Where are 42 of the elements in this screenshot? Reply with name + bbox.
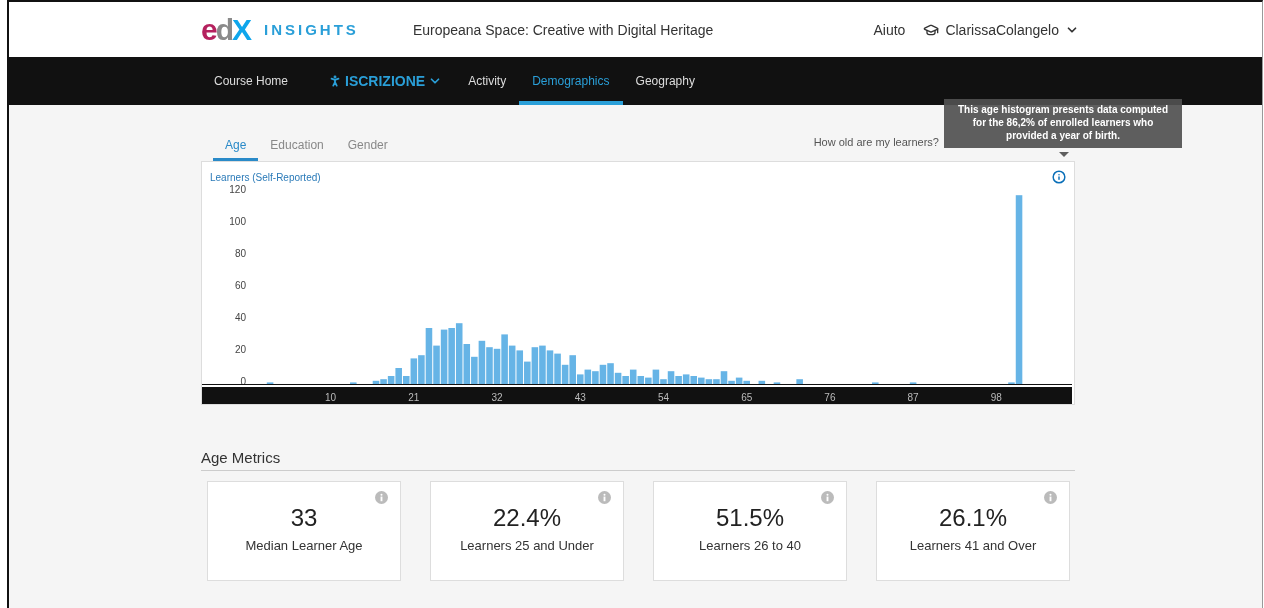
section-heading: Age Metrics: [201, 449, 1075, 471]
axis-tick-label: 87: [907, 392, 919, 403]
y-axis-title: Learners (Self-Reported): [210, 171, 321, 183]
axis-tick-label: 120: [229, 184, 246, 195]
axis-tick-label: 76: [824, 392, 836, 403]
axis-tick-label: 65: [741, 392, 753, 403]
histogram-bar: [758, 380, 766, 384]
axis-tick-label: 20: [234, 344, 246, 355]
metric-label: Learners 25 and Under: [460, 538, 594, 553]
course-title: Europeana Space: Creative with Digital Heritage: [412, 21, 715, 38]
axis-tick-label: 10: [325, 392, 337, 403]
axis-tick-label: 80: [234, 248, 246, 259]
metric-label: Learners 41 and Over: [909, 538, 1037, 553]
axis-tick-label: 98: [990, 392, 1002, 403]
metric-label: Median Learner Age: [245, 538, 363, 553]
tooltip: This age histogram presents data computed for the 86,2% of enrolled learners who provided a year of birth.: [944, 99, 1182, 148]
help-link[interactable]: Aiuto: [873, 21, 906, 38]
metric-value: 22.4%: [492, 504, 562, 532]
axis-tick-label: 100: [229, 216, 246, 227]
axis-tick-label: 43: [574, 392, 586, 403]
nav-link[interactable]: Demographics: [519, 57, 623, 105]
tab[interactable]: Education: [258, 138, 336, 161]
axis-tick-label: 60: [234, 280, 246, 291]
user-menu[interactable]: ClarissaColangelo: [923, 21, 1079, 38]
histogram-bar: [796, 379, 803, 384]
section-question: How old are my learners?: [813, 136, 939, 148]
product-name: INSIGHTS: [264, 21, 359, 38]
nav-link[interactable]: Course Home: [201, 57, 302, 105]
edx-logo[interactable]: edX: [201, 14, 251, 45]
metric-value: 26.1%: [938, 504, 1008, 532]
nav-link[interactable]: Geography: [622, 57, 708, 105]
axis-tick-label: 21: [408, 392, 420, 403]
tab[interactable]: Gender: [335, 138, 400, 161]
info-icon[interactable]: [1052, 170, 1066, 184]
metric-label: Learners 26 to 40: [699, 538, 801, 553]
axis-tick-label: 54: [657, 392, 670, 403]
axis-tick-label: 32: [491, 392, 503, 403]
axis-tick-label: 40: [234, 312, 246, 323]
nav-link[interactable]: Activity: [455, 57, 520, 105]
nav-dropdown[interactable]: ISCRIZIONE: [315, 57, 456, 105]
metric-value: 51.5%: [715, 504, 785, 532]
metric-value: 33: [290, 504, 318, 532]
